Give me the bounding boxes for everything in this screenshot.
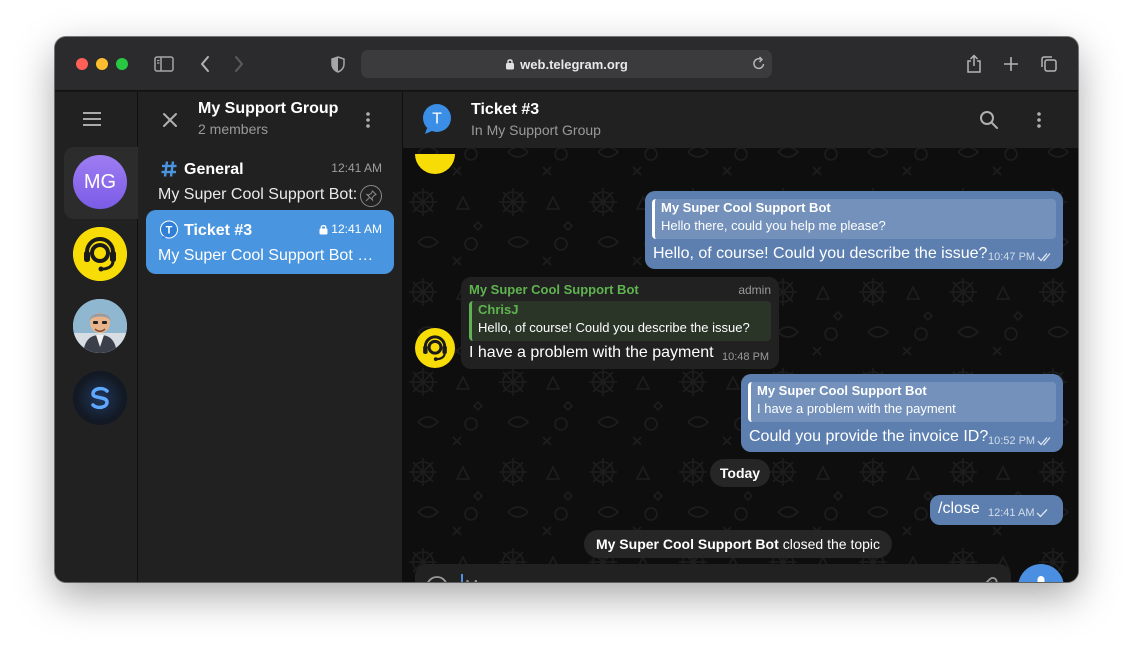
reply-quote[interactable]: My Super Cool Support Bot Hello there, c… bbox=[652, 199, 1056, 239]
man-avatar-icon[interactable] bbox=[73, 299, 127, 353]
more-vertical-icon[interactable] bbox=[356, 108, 380, 132]
svg-text:T: T bbox=[166, 225, 173, 237]
browser-toolbar: web.telegram.org bbox=[55, 37, 1078, 91]
message-meta: 10:52 PM bbox=[988, 435, 1054, 447]
rail-item-my-support-group[interactable]: MG bbox=[73, 155, 127, 209]
topic-time: 12:41 AM bbox=[331, 161, 382, 175]
chat-subtitle: In My Support Group bbox=[471, 122, 601, 138]
avatar-initials: MG bbox=[83, 170, 117, 193]
message-bubble-outgoing[interactable]: My Super Cool Support Bot I have a probl… bbox=[741, 374, 1063, 452]
message-text: /close bbox=[938, 500, 980, 517]
date-separator: Today bbox=[710, 459, 770, 487]
message-meta: 10:48 PM bbox=[722, 351, 770, 363]
admin-badge: admin bbox=[738, 283, 771, 297]
message-bubble-outgoing[interactable]: My Super Cool Support Bot Hello there, c… bbox=[645, 191, 1063, 269]
address-bar[interactable]: web.telegram.org bbox=[361, 50, 772, 78]
chat-title: Ticket #3 bbox=[471, 101, 540, 118]
hamburger-menu-icon[interactable] bbox=[79, 106, 105, 132]
close-window-button[interactable] bbox=[76, 58, 88, 70]
reload-icon[interactable] bbox=[752, 56, 766, 74]
svg-text:T: T bbox=[432, 111, 442, 128]
support-bot-avatar-icon[interactable] bbox=[73, 227, 127, 281]
url-text: web.telegram.org bbox=[520, 56, 628, 72]
pin-icon bbox=[360, 185, 382, 207]
new-tab-plus-icon[interactable] bbox=[999, 52, 1023, 76]
topic-title: Ticket #3 bbox=[184, 222, 253, 239]
lock-icon bbox=[505, 58, 515, 70]
hash-icon bbox=[159, 159, 179, 179]
chat-folders-rail: MG bbox=[55, 92, 138, 582]
topic-item-general[interactable]: General 12:41 AM My Super Cool Support B… bbox=[146, 149, 394, 213]
zoom-window-button[interactable] bbox=[116, 58, 128, 70]
tab-overview-icon[interactable] bbox=[1037, 52, 1061, 76]
privacy-shield-icon[interactable] bbox=[326, 52, 350, 76]
message-meta: 12:41 AM bbox=[988, 507, 1048, 519]
minimize-window-button[interactable] bbox=[96, 58, 108, 70]
single-check-icon bbox=[1037, 509, 1048, 518]
message-bubble-outgoing[interactable]: /close 12:41 AM bbox=[930, 495, 1063, 525]
message-bubble-incoming[interactable]: My Super Cool Support Bot admin ChrisJ H… bbox=[461, 277, 779, 369]
forward-arrow-icon[interactable] bbox=[227, 52, 251, 76]
group-title: My Support Group bbox=[198, 100, 339, 117]
reply-quote[interactable]: My Super Cool Support Bot I have a probl… bbox=[748, 382, 1056, 422]
message-sender: My Super Cool Support Bot bbox=[469, 282, 639, 297]
topic-preview: My Super Cool Support Bot: bbox=[158, 186, 358, 203]
sidebar-toggle-icon[interactable] bbox=[152, 52, 176, 76]
message-text: I have a problem with the payment bbox=[469, 344, 714, 361]
back-arrow-icon[interactable] bbox=[193, 52, 217, 76]
topic-t-icon: T bbox=[159, 220, 179, 240]
s-logo-avatar-icon[interactable] bbox=[73, 371, 127, 425]
topic-t-icon[interactable]: T bbox=[421, 103, 453, 135]
support-bot-avatar-icon[interactable] bbox=[415, 328, 455, 368]
microphone-icon bbox=[1037, 576, 1045, 582]
browser-window: web.telegram.org MG My Support Group 2 m… bbox=[55, 37, 1078, 582]
topic-preview: My Super Cool Support Bot closed the top… bbox=[158, 247, 380, 264]
close-icon[interactable] bbox=[158, 108, 182, 132]
paperclip-icon[interactable] bbox=[977, 575, 1001, 582]
message-composer bbox=[415, 564, 1011, 582]
topic-list-header: My Support Group 2 members bbox=[138, 92, 403, 148]
share-icon[interactable] bbox=[962, 52, 986, 76]
more-vertical-icon[interactable] bbox=[1027, 108, 1051, 132]
reply-quote[interactable]: ChrisJ Hello, of course! Could you descr… bbox=[469, 301, 771, 341]
emoji-smile-icon[interactable] bbox=[425, 575, 449, 582]
message-input[interactable] bbox=[461, 574, 961, 582]
support-bot-avatar-icon bbox=[415, 154, 455, 174]
chat-header: T Ticket #3 In My Support Group bbox=[403, 92, 1078, 148]
service-message: My Super Cool Support Bot closed the topi… bbox=[584, 530, 892, 558]
double-check-icon bbox=[1037, 253, 1051, 262]
message-text: Could you provide the invoice ID? bbox=[749, 428, 989, 445]
search-icon[interactable] bbox=[977, 108, 1001, 132]
lock-icon bbox=[319, 224, 328, 234]
topic-item-ticket-3[interactable]: T Ticket #3 12:41 AM My Super Cool Suppo… bbox=[146, 210, 394, 274]
double-check-icon bbox=[1037, 437, 1051, 446]
topic-list-panel: My Support Group 2 members General 12:41… bbox=[138, 92, 403, 582]
topic-title: General bbox=[184, 161, 244, 178]
message-meta: 10:47 PM bbox=[988, 251, 1054, 263]
message-text: Hello, of course! Could you describe the… bbox=[653, 245, 988, 262]
topic-time: 12:41 AM bbox=[319, 222, 382, 236]
group-member-count: 2 members bbox=[198, 121, 269, 137]
chat-area: T Ticket #3 In My Support Group My Super… bbox=[403, 92, 1078, 582]
